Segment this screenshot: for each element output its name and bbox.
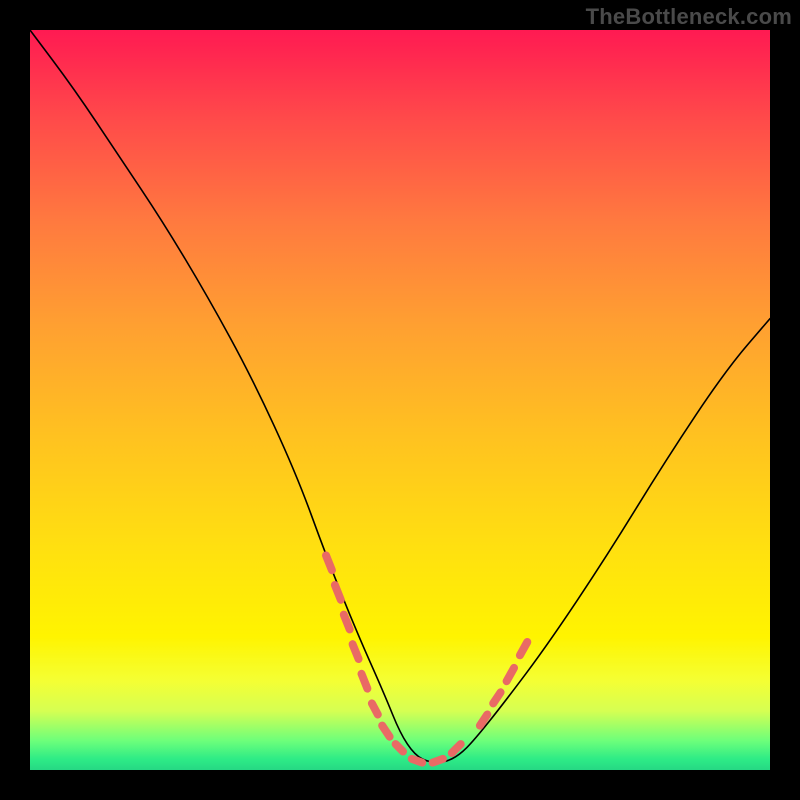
highlight-dash [433, 759, 443, 763]
highlight-dash [396, 744, 403, 751]
highlight-dash [335, 585, 341, 600]
highlight-dash [353, 644, 359, 659]
highlight-dash [372, 703, 378, 714]
chart-frame: TheBottleneck.com [0, 0, 800, 800]
bottleneck-curve [30, 30, 770, 763]
plot-area [30, 30, 770, 770]
highlight-dash [382, 726, 389, 737]
highlight-dash [344, 615, 350, 630]
highlight-dash [507, 668, 514, 681]
highlight-dash [362, 674, 368, 689]
highlight-dash [493, 692, 500, 703]
watermark-text: TheBottleneck.com [586, 4, 792, 30]
chart-svg [30, 30, 770, 770]
highlight-dash [412, 759, 422, 763]
highlight-dash [520, 642, 527, 655]
highlight-dash [452, 744, 461, 753]
highlight-dash [326, 555, 332, 570]
